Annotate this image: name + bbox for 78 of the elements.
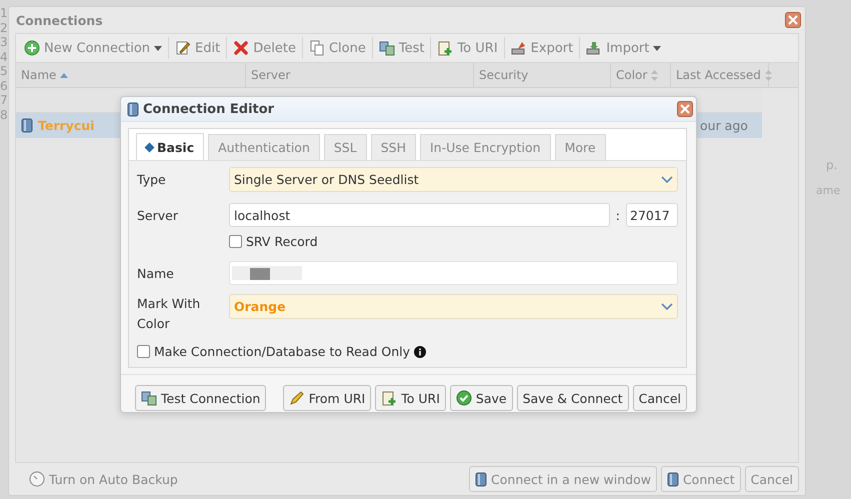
port-separator: : — [616, 208, 620, 222]
dialog-title: Connection Editor — [143, 102, 274, 116]
server-field[interactable]: localhost — [229, 203, 610, 227]
info-icon — [414, 346, 426, 358]
field-label: Server — [137, 208, 179, 222]
column-header[interactable]: Security — [474, 63, 611, 87]
table-cell: our ago — [700, 118, 748, 133]
line-number: 2 — [0, 20, 8, 35]
port-field[interactable]: 27017 — [626, 203, 678, 227]
connection-name: Terrycui — [38, 118, 94, 133]
chevron-icon — [661, 176, 673, 184]
tab[interactable]: Authentication — [208, 134, 320, 160]
line-number: 5 — [0, 64, 8, 78]
tab[interactable]: In-Use Encryption — [420, 134, 551, 160]
copy-icon — [308, 40, 325, 56]
toolbar-button[interactable]: Test — [374, 37, 432, 59]
dialog-button[interactable]: Test Connection — [135, 385, 266, 411]
auto-backup-link[interactable]: Turn on Auto Backup — [49, 472, 178, 486]
line-number: 8 — [0, 108, 8, 122]
type-select[interactable]: Single Server or DNS Seedlist — [229, 167, 678, 192]
edit-icon — [175, 40, 192, 56]
line-number: 7 — [0, 93, 8, 108]
clipboard-icon — [381, 390, 398, 406]
srv-record-checkbox[interactable]: SRV Record — [229, 234, 678, 249]
toolbar-button[interactable]: Clone — [304, 37, 373, 59]
color-select[interactable]: Orange — [229, 294, 678, 319]
delete-icon — [233, 40, 250, 56]
footer-button[interactable]: Connect — [660, 466, 741, 492]
tab[interactable]: Basic — [136, 133, 204, 160]
footer-button[interactable]: Cancel — [744, 466, 799, 492]
footer-button[interactable]: Connect in a new window — [469, 466, 657, 492]
tab[interactable]: More — [554, 134, 606, 160]
plus-icon — [24, 40, 40, 56]
dialog-button[interactable]: Save — [450, 385, 513, 411]
chevron-icon — [661, 302, 673, 310]
toolbar-button[interactable]: Import — [582, 37, 668, 59]
column-header[interactable]: Last Accessed — [671, 63, 769, 87]
name-field[interactable] — [229, 261, 678, 285]
database-icon — [21, 118, 33, 133]
column-header[interactable]: Name — [16, 63, 246, 87]
database-icon — [475, 472, 488, 486]
column-header[interactable]: Server — [246, 63, 474, 87]
toolbar-button[interactable]: New Connection — [20, 37, 170, 59]
field-label: Name — [137, 266, 175, 280]
database-icon — [127, 102, 139, 116]
tab[interactable]: SSL — [324, 134, 367, 160]
column-header[interactable]: Color — [611, 63, 671, 87]
field-label: Mark With Color — [137, 295, 202, 333]
toolbar-button[interactable]: Export — [506, 37, 580, 59]
line-number: 1 — [0, 6, 8, 20]
tab[interactable]: SSH — [370, 134, 416, 160]
computer-icon — [378, 40, 395, 56]
toolbar-button[interactable]: Edit — [171, 37, 228, 59]
clipboard-icon — [437, 40, 454, 56]
caret-icon — [653, 46, 662, 50]
dialog-button[interactable]: From URI — [282, 385, 372, 411]
dialog-button[interactable]: To URI — [375, 385, 446, 411]
blurred-text-drawing — [232, 264, 302, 282]
line-number: 6 — [0, 78, 8, 93]
import-icon — [586, 40, 602, 56]
check-icon — [456, 390, 472, 406]
toolbar-button[interactable]: Delete — [229, 37, 303, 59]
clock-icon — [29, 471, 45, 487]
read-only-checkbox[interactable]: Make Connection/Database to Read Only — [137, 344, 410, 359]
database-icon — [666, 472, 679, 486]
export-icon — [510, 40, 527, 56]
line-number: 3 — [0, 35, 8, 50]
caret-icon — [154, 46, 162, 50]
toolbar-button[interactable]: To URI — [433, 37, 505, 59]
close-button[interactable] — [785, 12, 801, 28]
line-number: 4 — [0, 50, 8, 64]
field-label: Type — [137, 172, 167, 187]
window-title: Connections — [16, 12, 103, 28]
dialog-button[interactable]: Save & Connect — [516, 385, 629, 411]
computer-icon — [141, 390, 157, 406]
pencil-icon — [288, 390, 305, 406]
dialog-button[interactable]: Cancel — [632, 385, 687, 411]
close-button[interactable] — [677, 101, 693, 117]
